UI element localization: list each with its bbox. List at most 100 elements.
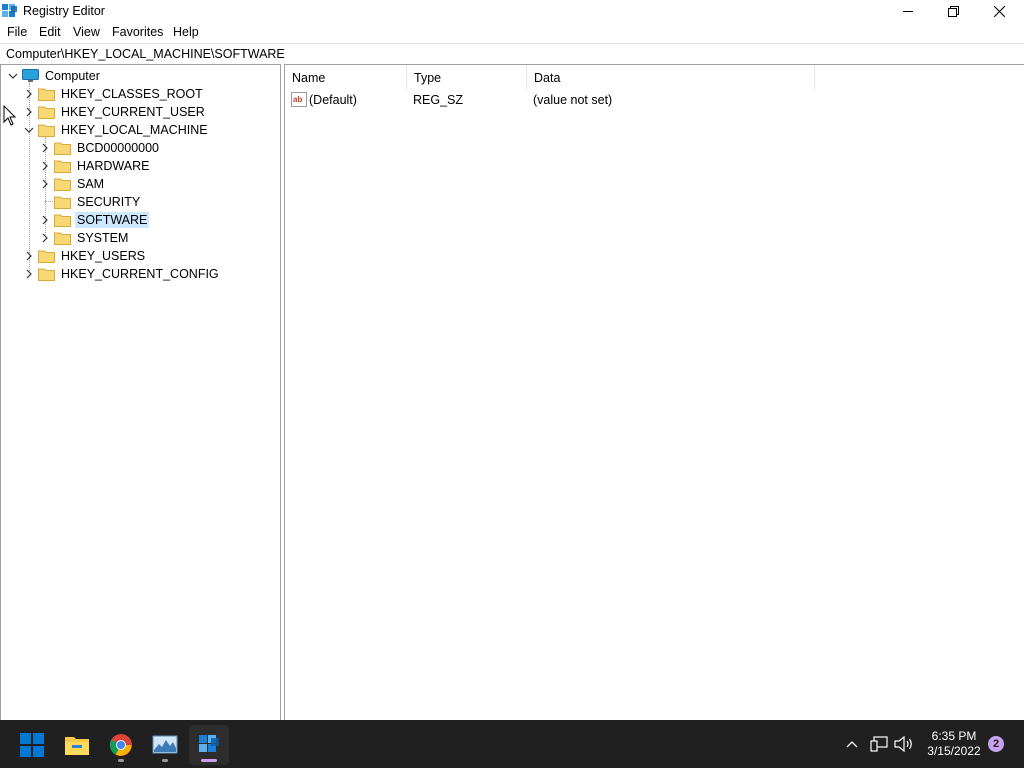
chevron-right-icon[interactable] [22,249,36,263]
tree-label-selected-key: SOFTWARE [75,212,150,228]
tree-node-hkey-users[interactable]: HKEY_USERS [22,247,147,265]
tree-label-key: SYSTEM [77,231,129,245]
tree-label-hive: HKEY_USERS [61,249,146,263]
tree-node-sam[interactable]: SAM [38,175,106,193]
folder-icon [38,268,55,281]
column-header-name[interactable]: Name [285,65,407,89]
start-icon [20,733,44,757]
folder-open-icon [38,124,55,137]
tree-label-hive: HKEY_CLASSES_ROOT [61,87,203,101]
taskbar-registry-editor[interactable] [189,725,229,765]
volume-icon [894,736,912,752]
chevron-up-icon [846,741,858,748]
clock-date: 3/15/2022 [927,744,981,758]
chevron-down-icon[interactable] [22,123,36,137]
notification-badge[interactable]: 2 [988,736,1004,752]
tree-label-hive: HKEY_CURRENT_USER [61,105,205,119]
tree-label-hive: HKEY_LOCAL_MACHINE [61,123,208,137]
chevron-right-icon[interactable] [38,213,52,227]
running-indicator [118,759,124,762]
chevron-right-icon[interactable] [38,177,52,191]
value-type: REG_SZ [413,93,464,107]
tree-node-computer[interactable]: Computer [6,67,102,85]
taskbar-chrome[interactable] [101,725,141,765]
restore-button[interactable] [930,0,976,23]
folder-icon [54,178,71,191]
address-path[interactable]: Computer\HKEY_LOCAL_MACHINE\SOFTWARE [6,47,285,61]
chevron-down-icon[interactable] [6,69,20,83]
tree-node-software[interactable]: SOFTWARE [38,211,150,229]
mouse-cursor-icon [3,105,17,126]
chrome-icon [109,734,132,756]
column-header-type[interactable]: Type [407,65,527,89]
column-header-data[interactable]: Data [527,65,815,89]
performance-monitor-icon [152,735,178,754]
network-tray-button[interactable] [868,720,890,768]
close-icon [993,6,1005,17]
tree-label-hive: HKEY_CURRENT_CONFIG [61,267,219,281]
chevron-right-icon[interactable] [22,267,36,281]
values-list-pane[interactable]: Name Type Data ab (Default) REG_SZ (valu… [284,64,1024,720]
chevron-right-icon[interactable] [38,159,52,173]
value-data: (value not set) [533,93,613,107]
folder-icon [54,196,71,209]
folder-icon [38,250,55,263]
registry-editor-app-icon [2,4,17,17]
tree-label-key: SECURITY [77,195,141,209]
minimize-button[interactable] [885,0,931,23]
active-indicator [201,759,217,762]
taskbar-file-explorer[interactable] [57,725,97,765]
svg-text:ab: ab [293,95,302,104]
string-value-icon: ab [291,92,307,107]
tree-label-key: HARDWARE [77,159,150,173]
menu-edit[interactable]: Edit [39,25,61,39]
minimize-icon [902,11,913,12]
menu-bar: File Edit View Favorites Help [0,23,1024,42]
tree-label-computer: Computer [45,69,100,83]
folder-icon [38,88,55,101]
folder-icon [54,160,71,173]
chevron-right-icon[interactable] [22,105,36,119]
tree-node-hkey-local-machine[interactable]: HKEY_LOCAL_MACHINE [22,121,210,139]
taskbar-performance-monitor[interactable] [145,725,185,765]
tree-node-hkey-classes-root[interactable]: HKEY_CLASSES_ROOT [22,85,205,103]
tree-node-bcd00000000[interactable]: BCD00000000 [38,139,161,157]
close-button[interactable] [976,0,1022,23]
tree-label-key: BCD00000000 [77,141,160,155]
folder-icon [54,232,71,245]
title-bar: Registry Editor [0,0,1024,23]
tree-node-security[interactable]: SECURITY [38,193,142,211]
address-bar[interactable]: Computer\HKEY_LOCAL_MACHINE\SOFTWARE [0,43,1024,63]
taskbar-clock[interactable]: 6:35 PM 3/15/2022 [918,729,990,759]
value-row[interactable]: ab (Default) REG_SZ (value not set) [285,91,1024,109]
tree-label-key: SAM [77,177,105,191]
running-indicator [162,759,168,762]
network-icon [870,736,888,752]
tree-node-hkey-current-user[interactable]: HKEY_CURRENT_USER [22,103,207,121]
registry-editor-icon [199,735,219,752]
tree-node-system[interactable]: SYSTEM [38,229,130,247]
restore-icon [947,6,959,17]
key-tree-pane[interactable]: Computer HKEY_CLASSES_ROOT HKEY_CURRENT_… [0,64,281,720]
menu-help[interactable]: Help [173,25,199,39]
clock-time: 6:35 PM [931,729,977,743]
tree-node-hardware[interactable]: HARDWARE [38,157,151,175]
menu-favorites[interactable]: Favorites [112,25,163,39]
volume-tray-button[interactable] [892,720,916,768]
folder-icon [38,106,55,119]
menu-file[interactable]: File [7,25,27,39]
tree-node-hkey-current-config[interactable]: HKEY_CURRENT_CONFIG [22,265,221,283]
start-button[interactable] [12,725,52,765]
menu-view[interactable]: View [73,25,100,39]
show-hidden-icons-button[interactable] [842,720,862,768]
taskbar: 6:35 PM 3/15/2022 [0,720,1024,768]
file-explorer-icon [65,737,89,755]
folder-icon [54,214,71,227]
value-name: (Default) [309,93,357,107]
computer-icon [22,69,39,82]
folder-icon [54,142,71,155]
chevron-right-icon[interactable] [38,141,52,155]
chevron-right-icon[interactable] [22,87,36,101]
chevron-right-icon[interactable] [38,231,52,245]
